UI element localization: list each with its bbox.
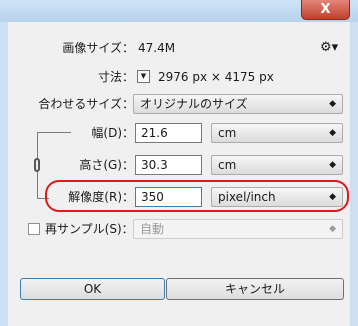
resample-label[interactable]: 再サンプル(S)： xyxy=(45,221,134,237)
resolution-unit-select[interactable]: pixel/inch ◆ xyxy=(211,187,343,207)
resolution-value: 350 xyxy=(141,190,164,204)
fit-to-select[interactable]: オリジナルのサイズ ◆ xyxy=(133,94,343,114)
width-unit-value: cm xyxy=(218,126,237,140)
height-input[interactable]: 30.3 xyxy=(135,155,202,175)
close-button[interactable]: X xyxy=(301,0,350,20)
select-arrow-icon: ◆ xyxy=(329,160,336,170)
image-size-dialog: 画像サイズ： 47.4M ⚙▾ 寸法： ▼ 2976 px × 4175 px … xyxy=(8,22,350,326)
chevron-down-icon[interactable]: ▼ xyxy=(137,70,150,83)
height-unit-value: cm xyxy=(218,158,237,172)
constrain-proportions-link-icon[interactable] xyxy=(34,158,40,172)
image-size-label: 画像サイズ： xyxy=(62,41,134,55)
window-frame-left xyxy=(0,22,8,326)
select-arrow-icon: ◆ xyxy=(329,224,336,234)
width-label: 幅(D)： xyxy=(91,126,134,140)
cancel-button[interactable]: キャンセル xyxy=(166,278,344,300)
fit-to-label: 合わせるサイズ： xyxy=(38,97,134,111)
select-arrow-icon: ◆ xyxy=(329,128,336,138)
width-unit-select[interactable]: cm ◆ xyxy=(211,123,343,143)
resolution-input[interactable]: 350 xyxy=(135,187,202,207)
window-frame-right xyxy=(350,22,358,326)
resample-method-value: 自動 xyxy=(140,222,165,236)
title-bar: X xyxy=(0,0,358,22)
width-value: 21.6 xyxy=(141,126,168,140)
ok-button-label: OK xyxy=(83,282,102,296)
fit-to-value: オリジナルのサイズ xyxy=(140,97,248,111)
dimensions-value: 2976 px × 4175 px xyxy=(158,70,274,84)
width-input[interactable]: 21.6 xyxy=(135,123,202,143)
resample-checkbox[interactable] xyxy=(28,223,40,235)
close-icon: X xyxy=(320,2,331,17)
height-label: 高さ(G)： xyxy=(79,158,134,172)
cancel-button-label: キャンセル xyxy=(224,282,285,296)
resolution-unit-value: pixel/inch xyxy=(218,190,276,204)
resolution-label: 解像度(R)： xyxy=(68,190,134,204)
select-arrow-icon: ◆ xyxy=(329,99,336,109)
gear-icon[interactable]: ⚙▾ xyxy=(320,40,338,56)
select-arrow-icon: ◆ xyxy=(329,192,336,202)
image-size-value: 47.4M xyxy=(138,41,176,55)
ok-button[interactable]: OK xyxy=(20,278,165,300)
height-value: 30.3 xyxy=(141,158,168,172)
dimensions-label: 寸法： xyxy=(97,70,134,84)
resample-method-select[interactable]: 自動 ◆ xyxy=(133,219,343,239)
height-unit-select[interactable]: cm ◆ xyxy=(211,155,343,175)
